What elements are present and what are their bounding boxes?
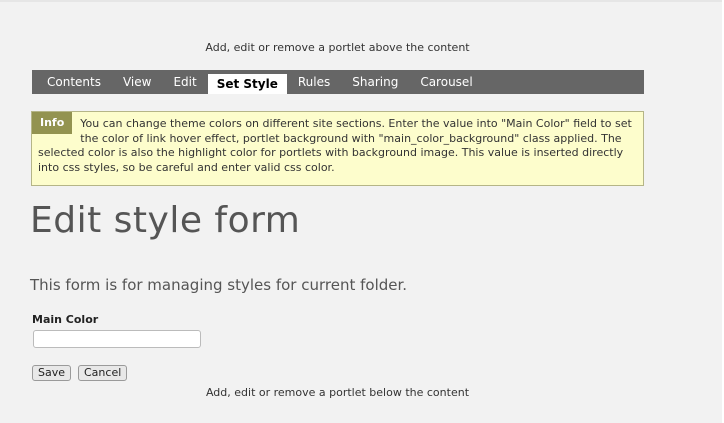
tab-carousel[interactable]: Carousel (409, 70, 483, 94)
tab-set-style[interactable]: Set Style (207, 74, 287, 94)
tab-view[interactable]: View (112, 70, 162, 94)
main-color-input[interactable] (33, 330, 201, 348)
info-label: Info (32, 112, 73, 134)
cancel-button[interactable]: Cancel (78, 365, 128, 381)
tab-rules[interactable]: Rules (287, 70, 341, 94)
top-strip (0, 0, 722, 2)
info-text: You can change theme colors on different… (38, 117, 632, 174)
tab-contents[interactable]: Contents (36, 70, 112, 94)
info-message: Info You can change theme colors on diff… (31, 111, 644, 186)
save-button[interactable]: Save (32, 365, 72, 381)
page-title: Edit style form (30, 200, 301, 241)
portlet-above-link[interactable]: Add, edit or remove a portlet above the … (0, 41, 675, 54)
portlet-below-link[interactable]: Add, edit or remove a portlet below the … (0, 386, 675, 399)
tab-sharing[interactable]: Sharing (341, 70, 409, 94)
main-color-label: Main Color (32, 313, 99, 326)
content-views-tabs: Contents View Edit Set Style Rules Shari… (32, 70, 644, 94)
form-description: This form is for managing styles for cur… (30, 276, 408, 294)
tab-edit[interactable]: Edit (162, 70, 207, 94)
page-background: Add, edit or remove a portlet above the … (0, 0, 722, 423)
